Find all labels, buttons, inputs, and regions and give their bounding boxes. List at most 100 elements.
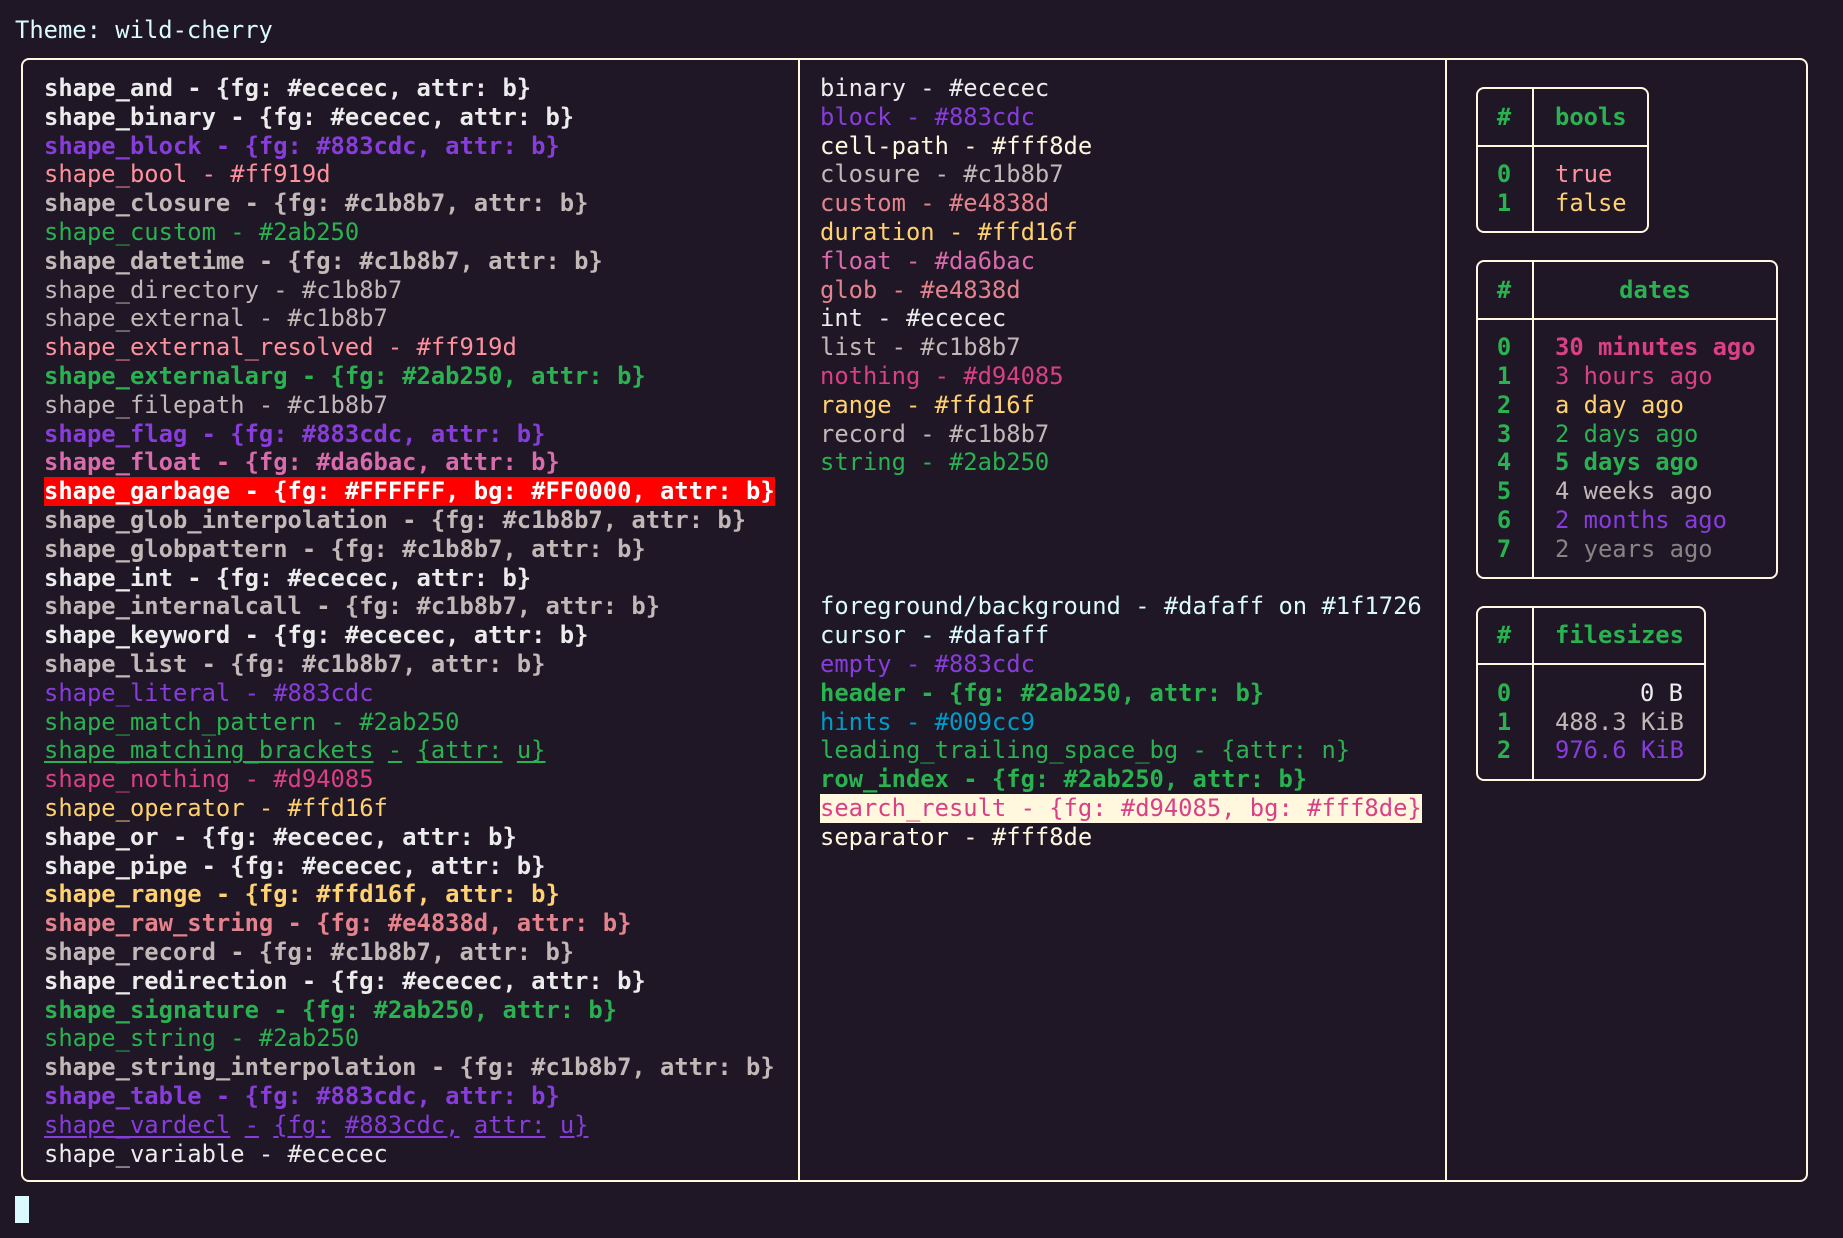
shape-style-line: shape_nothing - #d94085 xyxy=(44,765,374,794)
bools-column-divider xyxy=(1532,87,1534,234)
dates-row-index: 7 xyxy=(1496,534,1512,563)
ui-color-line: separator - #fff8de xyxy=(820,822,1093,851)
shape-style-line: shape_float - {fg: #da6bac, attr: b} xyxy=(44,448,560,477)
ui-color-line: hints - #009cc9 xyxy=(820,707,1035,736)
column-divider-2 xyxy=(1445,58,1447,1182)
shape-style-line: shape_datetime - {fg: #c1b8b7, attr: b} xyxy=(44,246,603,275)
type-color-line: cell-path - #fff8de xyxy=(820,131,1093,160)
dates-row-index: 4 xyxy=(1496,448,1512,477)
dates-row-index: 6 xyxy=(1496,506,1512,534)
ui-color-line: cursor - #dafaff xyxy=(820,621,1050,650)
type-color-line: string - #2ab250 xyxy=(820,448,1050,477)
theme-title: Theme: wild-cherry xyxy=(15,16,273,44)
type-color-line: custom - #e4838d xyxy=(820,189,1050,218)
shape-style-line: shape_external - #c1b8b7 xyxy=(44,304,388,333)
type-color-line: float - #da6bac xyxy=(820,246,1035,275)
shape-style-line: shape_binary - {fg: #ececec, attr: b} xyxy=(44,102,575,131)
shape-style-line: shape_bool - #ff919d xyxy=(44,160,331,189)
ui-color-line: row_index - {fg: #2ab250, attr: b} xyxy=(820,765,1308,794)
shape-style-line: shape_keyword - {fg: #ececec, attr: b} xyxy=(44,621,589,650)
shape-style-line: shape_glob_interpolation - {fg: #c1b8b7,… xyxy=(44,506,747,534)
shape-style-line: shape_pipe - {fg: #ececec, attr: b} xyxy=(44,851,546,880)
filesizes-column-header: filesizes xyxy=(1555,621,1684,650)
type-color-line: record - #c1b8b7 xyxy=(820,419,1050,448)
bools-row-index: 1 xyxy=(1496,189,1512,218)
type-color-line: list - #c1b8b7 xyxy=(820,333,1021,362)
dates-row-value: 2 years ago xyxy=(1555,534,1713,563)
bools-column-header: bools xyxy=(1555,102,1627,131)
filesizes-row-index: 2 xyxy=(1496,736,1512,765)
ui-color-line: header - {fg: #2ab250, attr: b} xyxy=(820,678,1265,707)
shape-style-line: shape_operator - #ffd16f xyxy=(44,794,388,822)
filesizes-row-value: 976.6 KiB xyxy=(1555,736,1684,765)
dates-header-separator xyxy=(1476,317,1778,320)
dates-row-index: 2 xyxy=(1496,390,1512,419)
ui-color-line: search_result - {fg: #d94085, bg: #fff8d… xyxy=(820,794,1422,823)
shape-style-line: shape_redirection - {fg: #ececec, attr: … xyxy=(44,966,646,995)
shape-style-line: shape_list - {fg: #c1b8b7, attr: b} xyxy=(44,650,546,678)
shape-style-line: shape_internalcall - {fg: #c1b8b7, attr:… xyxy=(44,592,661,621)
shape-style-line: shape_and - {fg: #ececec, attr: b} xyxy=(44,74,532,102)
filesizes-row-index: 0 xyxy=(1496,678,1512,707)
shape-style-line: shape_flag - {fg: #883cdc, attr: b} xyxy=(44,419,546,448)
filesizes-column-divider xyxy=(1532,605,1534,781)
dates-row-index: 0 xyxy=(1496,333,1512,362)
shape-style-line: shape_custom - #2ab250 xyxy=(44,218,360,246)
shape-style-line: shape_directory - #c1b8b7 xyxy=(44,275,403,304)
dates-row-value: 2 days ago xyxy=(1555,419,1699,448)
ui-color-line: leading_trailing_space_bg - {attr: n} xyxy=(820,736,1351,765)
bools-row-index: 0 xyxy=(1496,160,1512,189)
dates-column-header: dates xyxy=(1619,275,1691,304)
shape-style-line: shape_garbage - {fg: #FFFFFF, bg: #FF000… xyxy=(44,477,775,506)
type-color-line: duration - #ffd16f xyxy=(820,218,1078,246)
ui-color-line: empty - #883cdc xyxy=(820,650,1035,678)
dates-column-divider xyxy=(1532,260,1534,579)
terminal-cursor xyxy=(15,1196,29,1223)
bools-row-value: false xyxy=(1555,189,1627,218)
shape-style-line: shape_closure - {fg: #c1b8b7, attr: b} xyxy=(44,189,589,218)
ui-color-line: foreground/background - #dafaff on #1f17… xyxy=(820,592,1422,621)
bools-index-header: # xyxy=(1496,102,1512,131)
shape-style-line: shape_signature - {fg: #2ab250, attr: b} xyxy=(44,995,618,1024)
shape-style-line: shape_or - {fg: #ececec, attr: b} xyxy=(44,822,517,851)
shape-style-line: shape_int - {fg: #ececec, attr: b} xyxy=(44,563,532,592)
dates-row-value: 30 minutes ago xyxy=(1555,333,1756,362)
dates-index-header: # xyxy=(1496,275,1512,304)
filesizes-row-value: 488.3 KiB xyxy=(1555,707,1684,736)
dates-row-index: 1 xyxy=(1496,362,1512,390)
type-color-line: glob - #e4838d xyxy=(820,275,1021,304)
shape-style-line: shape_string - #2ab250 xyxy=(44,1024,360,1053)
shape-style-line: shape_matching_brackets - {attr: u} xyxy=(44,736,546,765)
shape-style-line: shape_variable - #ececec xyxy=(44,1139,388,1168)
shape-style-line: shape_external_resolved - #ff919d xyxy=(44,333,517,362)
shape-style-line: shape_globpattern - {fg: #c1b8b7, attr: … xyxy=(44,534,646,563)
type-color-line: block - #883cdc xyxy=(820,102,1035,131)
shape-style-line: shape_filepath - #c1b8b7 xyxy=(44,390,388,419)
shape-style-line: shape_literal - #883cdc xyxy=(44,678,374,707)
bools-row-value: true xyxy=(1555,160,1613,189)
dates-row-value: 2 months ago xyxy=(1555,506,1727,534)
shape-style-line: shape_vardecl - {fg: #883cdc, attr: u} xyxy=(44,1110,589,1139)
shape-style-line: shape_match_pattern - #2ab250 xyxy=(44,707,460,736)
type-color-line: nothing - #d94085 xyxy=(820,362,1064,390)
dates-row-value: 3 hours ago xyxy=(1555,362,1713,390)
shape-style-line: shape_string_interpolation - {fg: #c1b8b… xyxy=(44,1053,775,1082)
shape-style-line: shape_raw_string - {fg: #e4838d, attr: b… xyxy=(44,909,632,938)
filesizes-row-index: 1 xyxy=(1496,707,1512,736)
dates-row-index: 3 xyxy=(1496,419,1512,448)
shape-style-line: shape_record - {fg: #c1b8b7, attr: b} xyxy=(44,938,575,966)
bools-header-separator xyxy=(1476,145,1649,147)
filesizes-index-header: # xyxy=(1496,621,1512,650)
shape-style-line: shape_externalarg - {fg: #2ab250, attr: … xyxy=(44,362,646,390)
type-color-line: int - #ececec xyxy=(820,304,1007,333)
filesizes-row-value: 0 B xyxy=(1640,678,1683,707)
column-divider-1 xyxy=(798,58,800,1182)
dates-row-value: 5 days ago xyxy=(1555,448,1699,477)
filesizes-header-separator xyxy=(1476,663,1706,666)
shape-style-line: shape_table - {fg: #883cdc, attr: b} xyxy=(44,1082,560,1110)
shape-style-line: shape_block - {fg: #883cdc, attr: b} xyxy=(44,131,560,160)
type-color-line: range - #ffd16f xyxy=(820,390,1035,419)
type-color-line: binary - #ececec xyxy=(820,74,1050,102)
shape-style-line: shape_range - {fg: #ffd16f, attr: b} xyxy=(44,880,560,909)
type-color-line: closure - #c1b8b7 xyxy=(820,160,1064,189)
